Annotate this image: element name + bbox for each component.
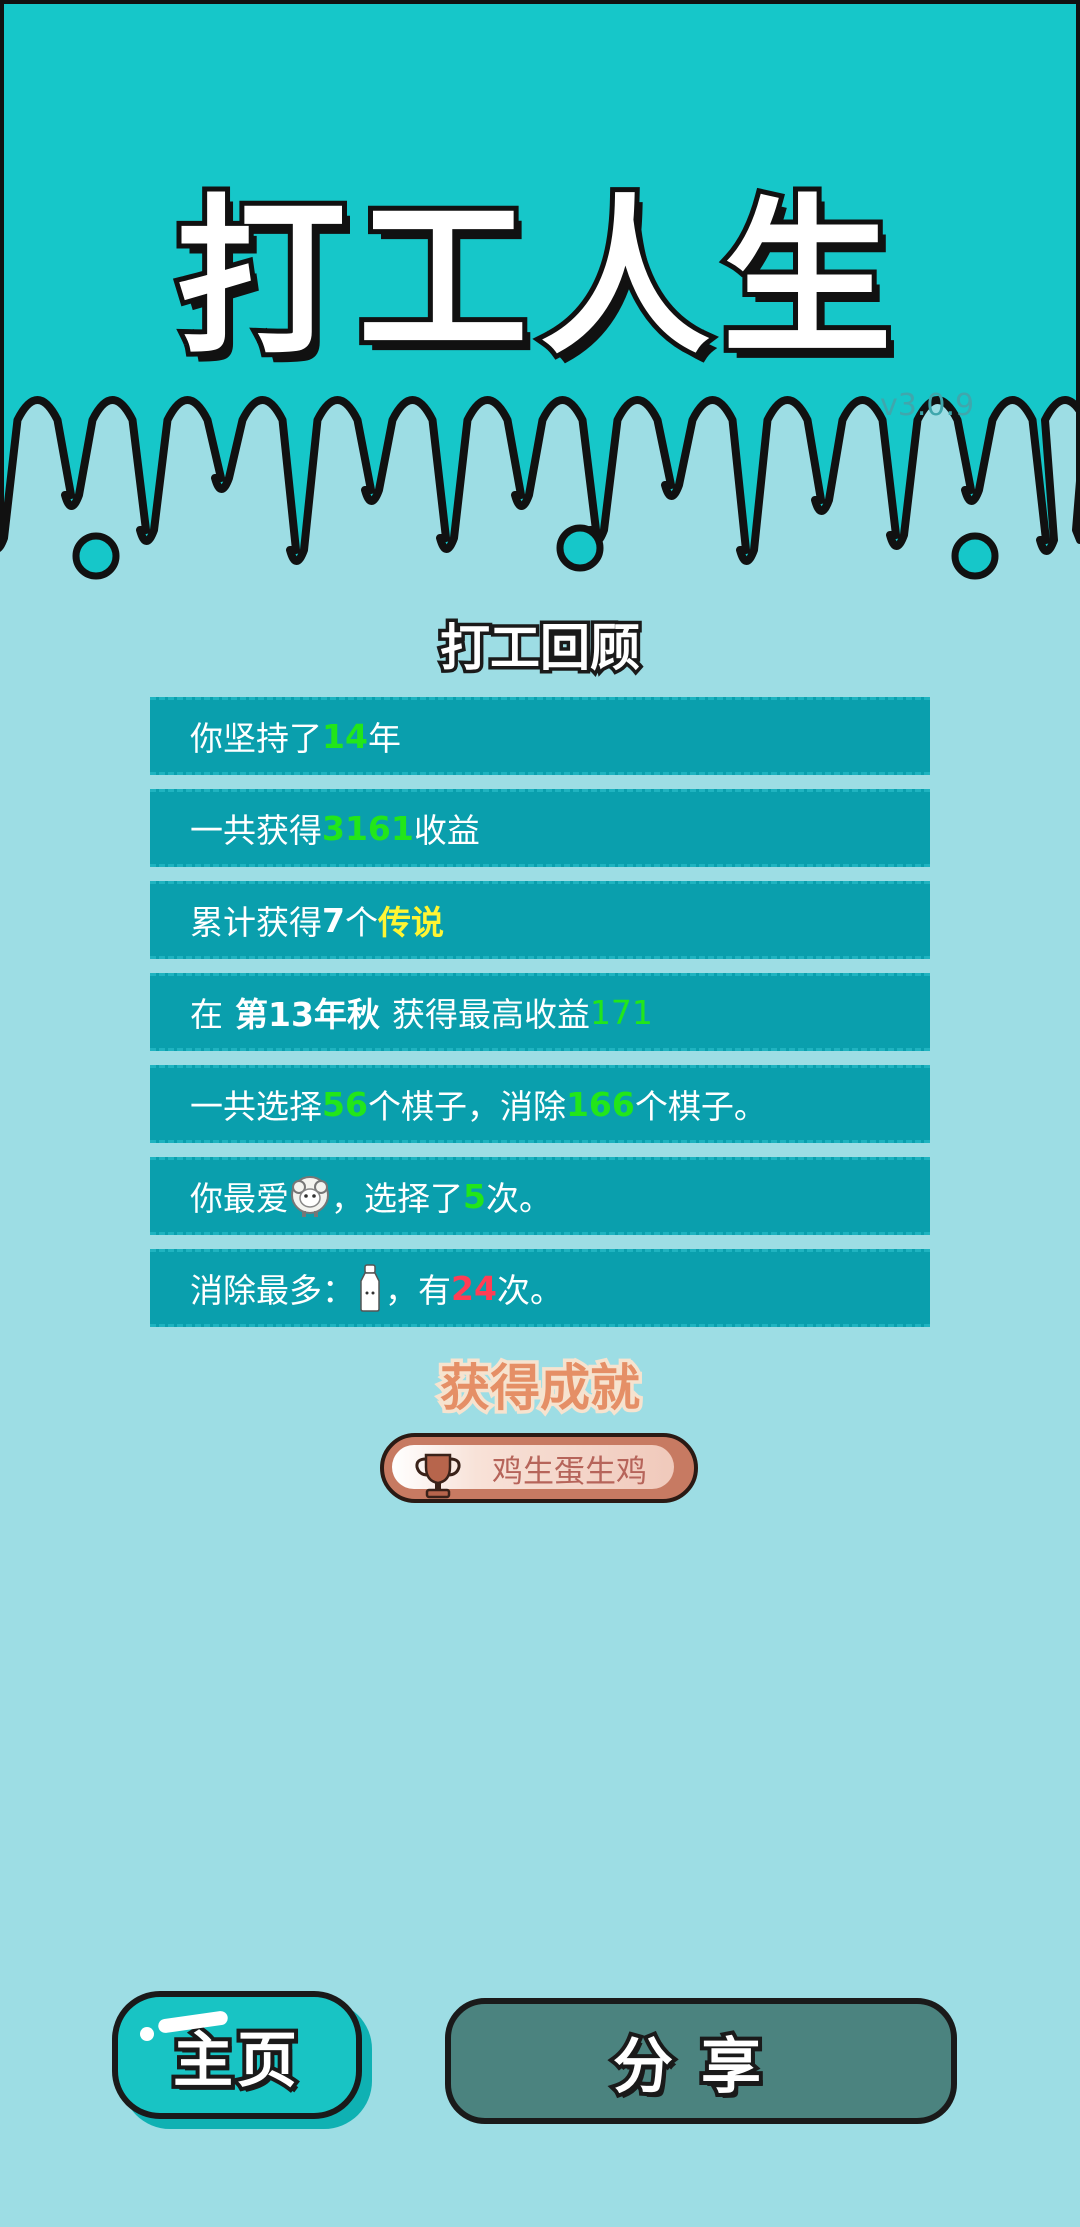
row-value: 7	[322, 900, 345, 940]
version-label: v3.0.9	[880, 388, 975, 423]
badge-inner: 鸡生蛋生鸡	[392, 1445, 674, 1499]
drip-droplet	[951, 532, 999, 580]
share-button[interactable]: 分享	[445, 1998, 957, 2124]
achievements-title: 获得成就	[437, 1356, 644, 1421]
row-value: 56	[322, 1084, 368, 1124]
row-text: 个	[344, 903, 378, 942]
season-label: 第13年秋	[235, 995, 380, 1034]
row-text: 你最爱	[190, 1179, 289, 1218]
row-text: 在	[190, 995, 223, 1034]
row-text: ，有	[385, 1271, 451, 1310]
legend-label: 传说	[377, 903, 444, 942]
row-text: 消除最多：	[190, 1271, 355, 1310]
review-row-most-cleared: 消除最多： ，有 24 次。	[150, 1249, 930, 1327]
review-list: 你坚持了 14 年 一共获得 3161 收益 累计获得 7 个传说 在第13年秋 获得最高收益…	[150, 697, 930, 1341]
review-row-pieces: 一共选择 56 个棋子，消除 166 个棋子。	[150, 1065, 930, 1143]
row-text: 次。	[485, 1179, 552, 1218]
row-value: 3161	[322, 808, 414, 848]
row-text: 一共选择	[190, 1087, 322, 1126]
row-value: 24	[451, 1268, 497, 1308]
review-row-legends: 累计获得 7 个传说	[150, 881, 930, 959]
row-text: 个棋子，消除	[367, 1087, 566, 1126]
milk-bottle-icon	[360, 1264, 380, 1312]
row-text: 累计获得	[190, 903, 322, 942]
share-button-label: 分享	[609, 2028, 789, 2106]
sheep-icon	[291, 1176, 329, 1217]
drip-droplet	[556, 524, 604, 572]
row-value: 166	[565, 1084, 635, 1124]
review-title: 打工回顾	[437, 616, 644, 681]
row-text: 收益	[413, 811, 480, 850]
game-title: 打工人生	[171, 175, 904, 383]
game-summary-screen: 打工人生 v3.0.9 打工回顾 你坚持了 14 年 一共获得 3161 收益 累计获得…	[0, 0, 1080, 2227]
row-text: 个棋子。	[634, 1087, 767, 1126]
review-row-years: 你坚持了 14 年	[150, 697, 930, 775]
row-text: 你坚持了	[190, 719, 322, 758]
drip-droplet	[72, 532, 120, 580]
achievement-label: 鸡生蛋生鸡	[492, 1454, 647, 1490]
review-row-favorite: 你最爱 ，选择了 5 次。	[150, 1157, 930, 1235]
achievement-badge[interactable]: 鸡生蛋生鸡	[380, 1433, 698, 1503]
row-text: 获得最高收益	[391, 995, 590, 1034]
row-value: 5	[463, 1176, 486, 1216]
row-value: 14	[322, 716, 368, 756]
row-value: 171	[589, 992, 653, 1032]
row-text: ，选择了	[331, 1179, 463, 1218]
row-text: 一共获得	[190, 811, 322, 850]
home-button[interactable]: 主页	[112, 1991, 362, 2119]
row-text: 次。	[496, 1271, 563, 1310]
button-shine-dot	[140, 2027, 154, 2041]
review-row-best-season: 在第13年秋 获得最高收益 171	[150, 973, 930, 1051]
trophy-icon	[415, 1453, 461, 1499]
review-row-income: 一共获得 3161 收益	[150, 789, 930, 867]
row-text: 年	[367, 719, 401, 758]
